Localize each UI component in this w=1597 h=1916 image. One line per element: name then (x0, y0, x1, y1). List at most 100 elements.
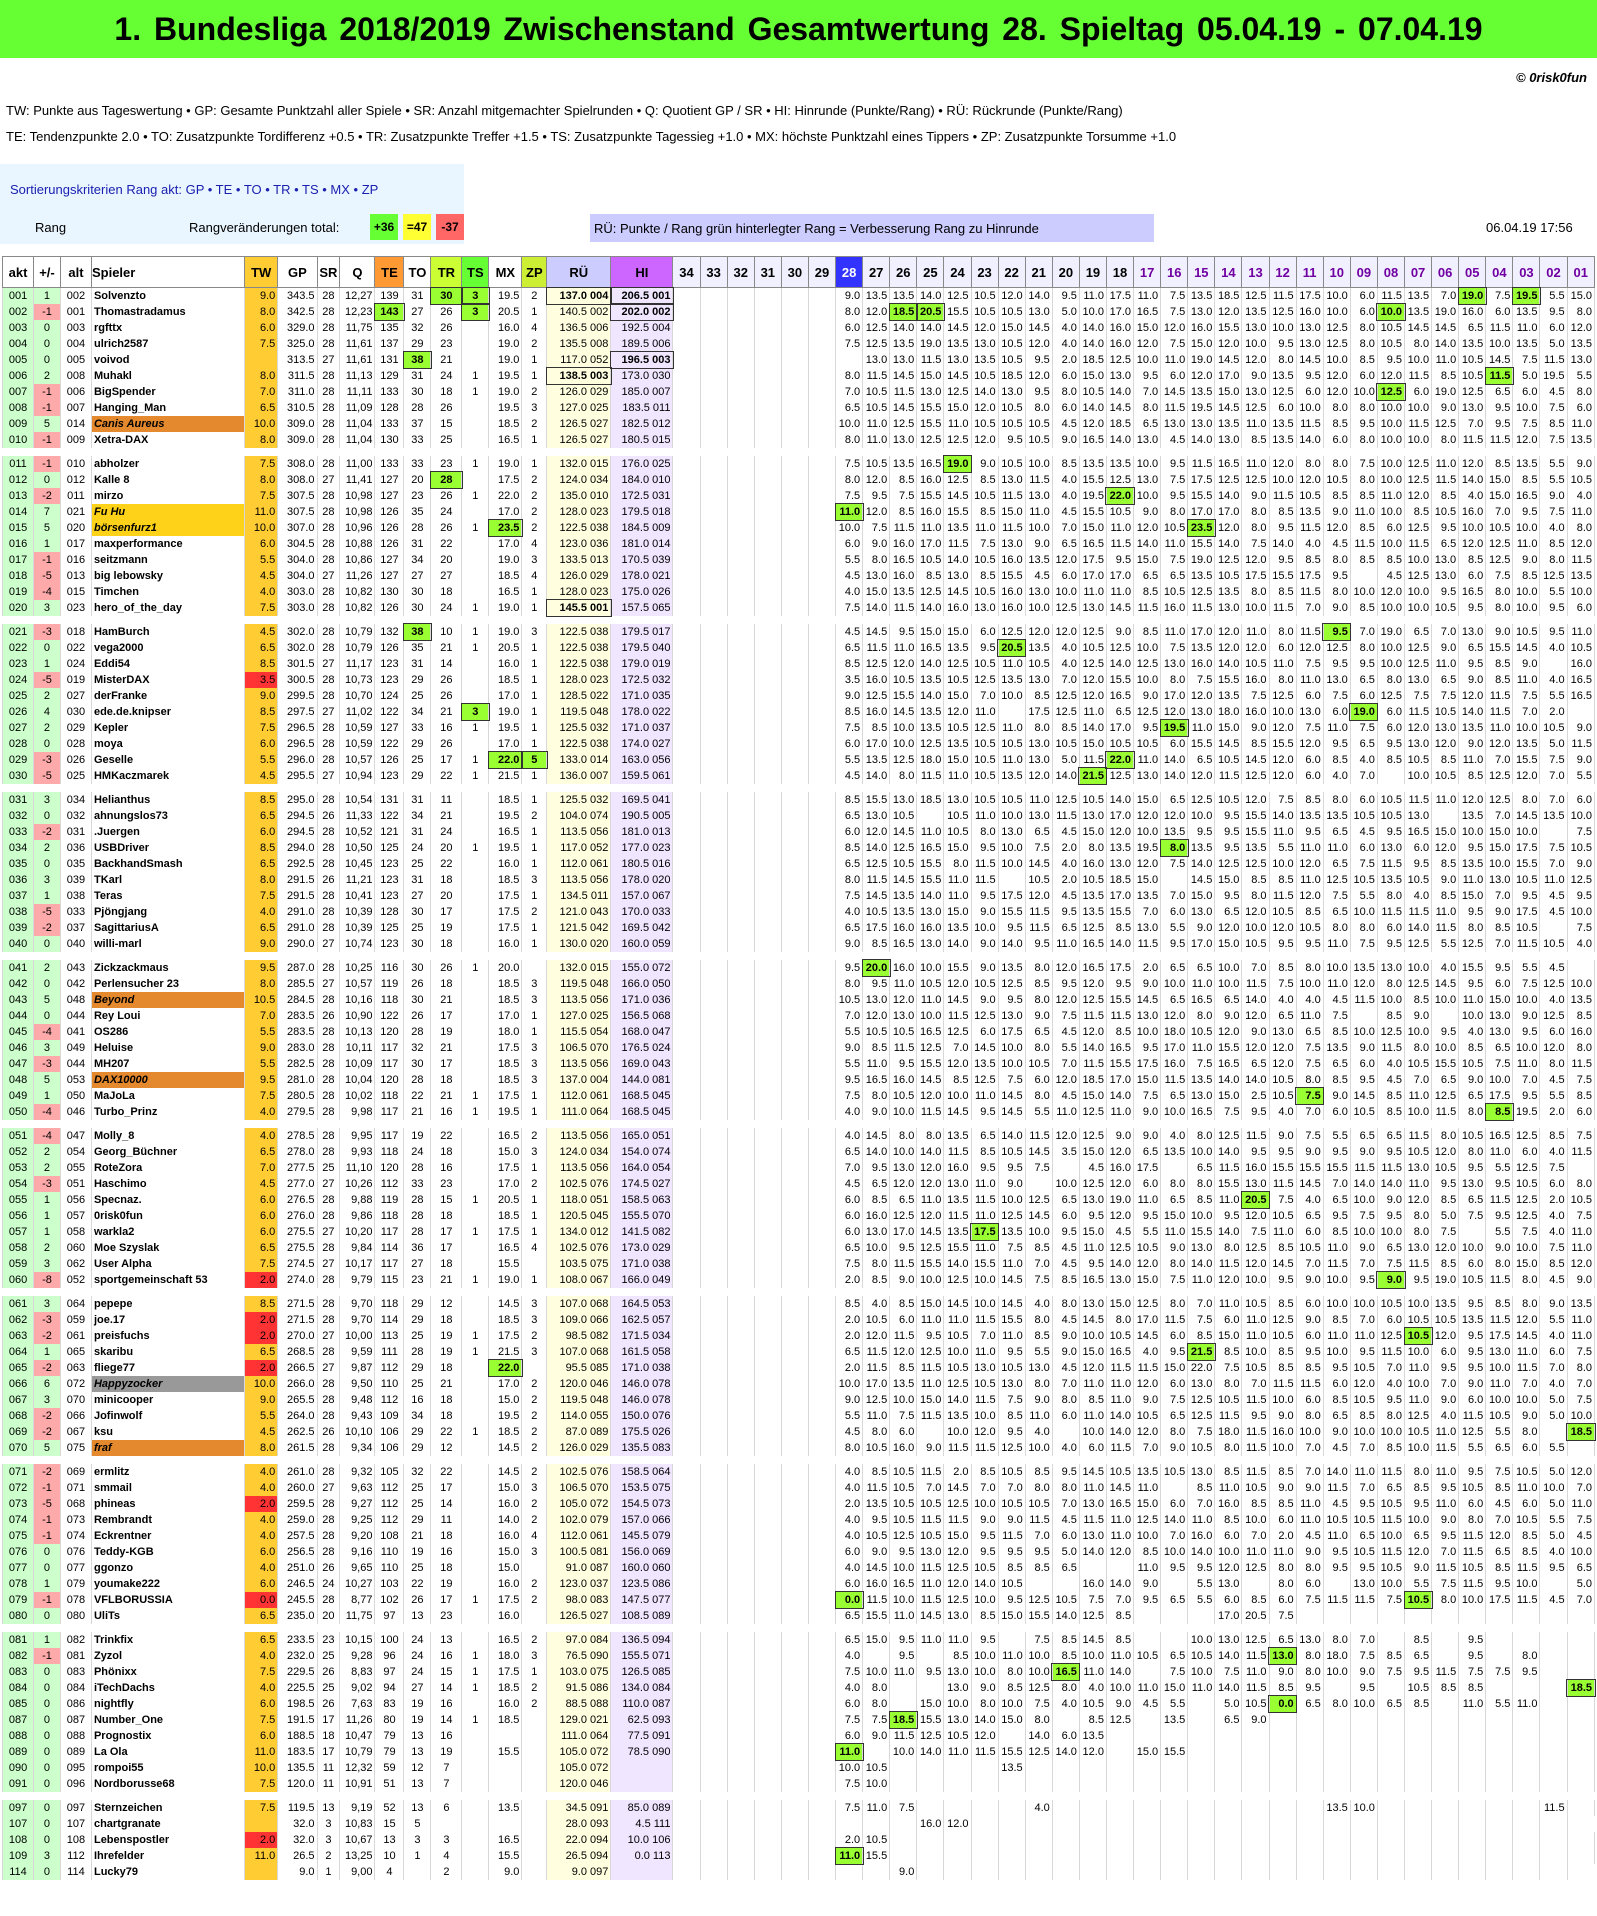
table-row: 058 2 060 Moe Szyslak 6.5 275.5 28 9,84 114 36 17 1… (1, 1240, 1596, 1256)
cell-matchday-12: 2.0 (1268, 1528, 1297, 1544)
cell-change: 0 (33, 1560, 61, 1576)
cell-zp (521, 1560, 548, 1576)
cell-matchday-17: 4.0 (1133, 1344, 1162, 1360)
cell-gp: 277.5 (277, 1160, 318, 1176)
cell-matchday-03: 10.0 (1512, 520, 1541, 536)
cell-gp: 271.5 (277, 1312, 318, 1328)
cell-matchday-10: 11.0 (1322, 1240, 1351, 1256)
cell-matchday-24: 14.0 (943, 1392, 972, 1408)
cell-matchday-06 (1431, 1848, 1460, 1864)
cell-matchday-15: 14.0 (1187, 856, 1216, 872)
cell-matchday-08: 14.0 (1376, 1176, 1406, 1192)
cell-matchday-26: 14.5 (889, 704, 918, 720)
cell-matchday-31 (753, 1104, 782, 1120)
cell-matchday-12: 6.5 (1268, 1008, 1297, 1024)
cell-matchday-19: 8.0 (1078, 840, 1107, 856)
cell-matchday-06: 6.5 (1431, 672, 1460, 688)
cell-matchday-21 (1024, 1848, 1053, 1864)
cell-matchday-09: 13.5 (1349, 960, 1378, 976)
cell-matchday-32 (726, 1040, 755, 1056)
cell-tr: 18 (430, 1560, 463, 1576)
cell-matchday-15: 17.0 (1187, 936, 1216, 952)
cell-matchday-32 (726, 792, 755, 808)
col-header-31: 31 (753, 256, 782, 288)
cell-rank: 069 (1, 1424, 35, 1440)
cell-matchday-28: 8.0 (835, 1440, 864, 1456)
cell-matchday-16: 11.5 (1160, 1312, 1189, 1328)
cell-matchday-29 (807, 888, 837, 904)
cell-matchday-28: 7.0 (835, 384, 864, 400)
cell-matchday-02: 5.0 (1539, 1392, 1568, 1408)
cell-matchday-26 (889, 1776, 918, 1792)
cell-change: 1 (33, 1344, 61, 1360)
cell-matchday-33 (699, 840, 728, 856)
cell-change: 1 (33, 1224, 61, 1240)
cell-player: Geselle (90, 752, 246, 768)
cell-matchday-20: 4.0 (1051, 488, 1080, 504)
cell-matchday-17: 9.5 (1133, 1040, 1162, 1056)
table-row: 019 -4 015 Timchen 4.0 303.0 28 10,82 130 30 18 16.… (1, 584, 1596, 600)
cell-matchday-22: 10.5 (997, 304, 1026, 320)
cell-matchday-02: 5.5 (1539, 456, 1568, 472)
cell-matchday-18: 14.0 (1105, 1088, 1135, 1104)
cell-q: 9,43 (339, 1408, 376, 1424)
cell-change: -2 (33, 1464, 61, 1480)
cell-matchday-17 (1133, 1800, 1162, 1816)
cell-matchday-29 (807, 840, 837, 856)
cell-matchday-17: 11.5 (1133, 1360, 1162, 1376)
cell-matchday-32 (726, 1104, 755, 1120)
cell-matchday-27: 12.5 (862, 856, 891, 872)
cell-gp: 294.5 (277, 808, 318, 824)
cell-sr: 28 (316, 384, 341, 400)
cell-q: 9,32 (339, 1464, 376, 1480)
cell-matchday-10: 9.5 (1322, 1360, 1351, 1376)
col-header-30: 30 (780, 256, 809, 288)
cell-matchday-17: 11.5 (1133, 936, 1162, 952)
cell-te: 52 (374, 1800, 405, 1816)
cell-matchday-23: 15.5 (970, 1256, 999, 1272)
cell-matchday-06: 14.5 (1431, 320, 1460, 336)
cell-rank: 019 (1, 584, 35, 600)
cell-matchday-11: 12.0 (1295, 472, 1324, 488)
cell-hi: 189.5 006 (610, 336, 674, 352)
cell-matchday-29 (807, 856, 837, 872)
cell-matchday-17: 12.0 (1133, 1376, 1162, 1392)
cell-matchday-14: 15.0 (1214, 384, 1243, 400)
cell-matchday-27: 12.0 (862, 824, 891, 840)
cell-matchday-11: 11.5 (1295, 520, 1324, 536)
cell-matchday-27: 10.5 (862, 1760, 891, 1776)
cell-matchday-34 (672, 1056, 701, 1072)
cell-ts: 1 (461, 640, 490, 656)
cell-tr: 17 (430, 1056, 463, 1072)
cell-gp: 278.0 (277, 1144, 318, 1160)
cell-matchday-12: 9.5 (1268, 1272, 1297, 1288)
cell-matchday-22 (997, 1632, 1026, 1648)
cell-tw: 10.0 (244, 1760, 279, 1776)
cell-matchday-10: 10.0 (1322, 1272, 1351, 1288)
cell-ts: 1 (461, 960, 490, 976)
table-row: 073 -5 068 phineas 2.0 259.5 28 9,27 112 25 14 16.0… (1, 1496, 1596, 1512)
cell-ts: 1 (461, 1328, 490, 1344)
cell-matchday-10: 10.0 (1322, 960, 1351, 976)
cell-matchday-19: 10.0 (1078, 1328, 1107, 1344)
cell-tr: 15 (430, 1664, 463, 1680)
cell-te: 115 (374, 1272, 405, 1288)
cell-player: La Ola (90, 1744, 246, 1760)
cell-matchday-11: 10.5 (1295, 1240, 1324, 1256)
cell-matchday-09: 8.5 (1349, 1408, 1378, 1424)
cell-matchday-05 (1458, 1832, 1487, 1848)
cell-matchday-05: 11.0 (1458, 992, 1487, 1008)
cell-matchday-24: 8.0 (943, 856, 972, 872)
cell-matchday-25: 12.0 (916, 1208, 945, 1224)
cell-player: vega2000 (90, 640, 246, 656)
col-header-24: 24 (943, 256, 972, 288)
page-banner: 1. Bundesliga 2018/2019 Zwischenstand Ge… (0, 0, 1597, 58)
cell-matchday-27: 9.0 (862, 1544, 891, 1560)
cell-matchday-26: 11.0 (889, 640, 918, 656)
cell-matchday-21: 8.0 (1024, 1040, 1053, 1056)
cell-matchday-30 (780, 1296, 809, 1312)
cell-te: 80 (374, 1712, 405, 1728)
cell-matchday-10: 4.5 (1322, 992, 1351, 1008)
cell-zp: 2 (521, 1176, 548, 1192)
cell-matchday-14: 14.0 (1214, 1224, 1243, 1240)
